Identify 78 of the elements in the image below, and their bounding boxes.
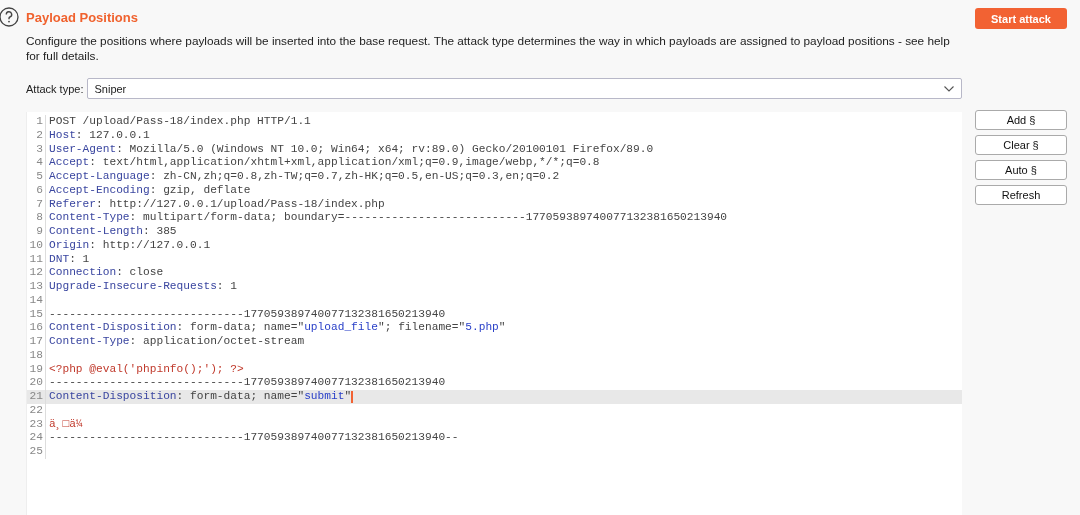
quoted-value: submit xyxy=(304,390,345,404)
line-number: 10 xyxy=(27,238,46,253)
line-number: 5 xyxy=(27,170,46,184)
line-number: 11 xyxy=(27,252,46,267)
header-name: Accept-Language xyxy=(49,170,150,184)
line-number: 2 xyxy=(27,128,46,143)
code-text: : zh-CN,zh;q=0.8,zh-TW;q=0.7,zh-HK;q=0.5,en-US;q=0.3,en;q=0.2 xyxy=(149,170,560,184)
line-number: 13 xyxy=(27,280,46,294)
body-text: <?php @eval('phpinfo();'); ?> xyxy=(49,362,244,377)
code-text: : 1 xyxy=(216,280,237,294)
text-cursor xyxy=(351,390,354,403)
header-name: Content-Length xyxy=(49,225,143,239)
code-text: : 127.0.0.1 xyxy=(75,128,150,143)
header-name: Content-Disposition xyxy=(49,390,177,404)
code-text: POST /upload/Pass-18/index.php HTTP/1.1 xyxy=(49,115,311,129)
code-text: : form-data; name=" xyxy=(176,321,305,335)
code-text: : close xyxy=(116,266,164,280)
line-number: 16 xyxy=(27,321,46,335)
header-name: DNT xyxy=(49,252,70,267)
line-number: 19 xyxy=(27,362,46,377)
code-text: -----------------------------177059389740077132381650213940-- xyxy=(49,431,459,445)
line-number: 18 xyxy=(27,348,46,363)
line-number: 7 xyxy=(27,197,46,212)
header-name: Accept-Encoding xyxy=(49,183,150,198)
line-number: 8 xyxy=(27,211,46,225)
line-number: 25 xyxy=(27,445,46,459)
header-name: Content-Type xyxy=(49,211,130,225)
position-button[interactable]: Auto § xyxy=(975,160,1067,180)
header-name: Origin xyxy=(49,238,90,253)
code-text: : multipart/form-data; boundary=---------------------------177059389740077132381650213940 xyxy=(129,211,728,225)
line-number: 22 xyxy=(27,403,46,418)
header-name: Content-Type xyxy=(49,335,130,349)
attack-type-label: Attack type: xyxy=(26,82,84,95)
code-text: "; filename=" xyxy=(378,321,466,335)
code-text: : 1 xyxy=(69,252,90,267)
position-button[interactable]: Add § xyxy=(975,110,1067,130)
header-name: Host xyxy=(49,128,76,143)
line-number: 1 xyxy=(27,115,46,129)
code-text: " xyxy=(498,321,506,335)
body-text: ä¸□ä¼ xyxy=(49,417,83,432)
line-number: 17 xyxy=(27,335,46,349)
position-button[interactable]: Refresh xyxy=(975,185,1067,205)
code-text: : http://127.0.0.1/upload/Pass-18/index.php xyxy=(96,197,385,212)
line-number: 14 xyxy=(27,293,46,308)
header-name: Upgrade-Insecure-Requests xyxy=(49,280,217,294)
line-number: 24 xyxy=(27,431,46,445)
position-button[interactable]: Clear § xyxy=(975,135,1067,155)
header-name: Referer xyxy=(49,197,96,212)
help-icon[interactable] xyxy=(0,7,19,27)
code-text: : http://127.0.0.1 xyxy=(89,238,211,253)
code-text: : gzip, deflate xyxy=(149,183,251,198)
code-text: : text/html,application/xhtml+xml,application/xml;q=0.9,image/webp,*/*;q=0.8 xyxy=(89,156,600,170)
code-text: : 385 xyxy=(143,225,177,239)
quoted-value: 5.php xyxy=(465,321,499,335)
code-text: -----------------------------177059389740077132381650213940 xyxy=(49,307,446,322)
line-number: 3 xyxy=(27,142,46,157)
line-number: 12 xyxy=(27,266,46,280)
line-number: 6 xyxy=(27,183,46,198)
code-text: : Mozilla/5.0 (Windows NT 10.0; Win64; x64; rv:89.0) Gecko/20100101 Firefox/89.0 xyxy=(116,142,654,157)
code-text: : form-data; name=" xyxy=(176,390,305,404)
header-name: User-Agent xyxy=(49,142,117,157)
header-name: Accept xyxy=(49,156,90,170)
code-text: : application/octet-stream xyxy=(129,335,305,349)
code-text: -----------------------------177059389740077132381650213940 xyxy=(49,376,446,390)
line-number: 21 xyxy=(27,390,46,404)
description-text: Configure the positions where payloads will be inserted into the base request. The attack type determines the way in which payloads are assigned to payload positions - see help for full details. xyxy=(26,34,951,64)
chevron-down-icon xyxy=(944,85,954,92)
section-title: Payload Positions xyxy=(26,9,138,25)
request-editor[interactable] xyxy=(26,112,962,515)
code-text: " xyxy=(344,390,352,404)
header-name: Content-Disposition xyxy=(49,321,177,335)
line-number: 4 xyxy=(27,156,46,170)
quoted-value: upload_file xyxy=(304,321,378,335)
line-number: 9 xyxy=(27,225,46,239)
line-number: 15 xyxy=(27,307,46,322)
attack-type-dropdown[interactable]: Sniper xyxy=(87,78,962,99)
header-name: Connection xyxy=(49,266,117,280)
line-number: 23 xyxy=(27,417,46,432)
